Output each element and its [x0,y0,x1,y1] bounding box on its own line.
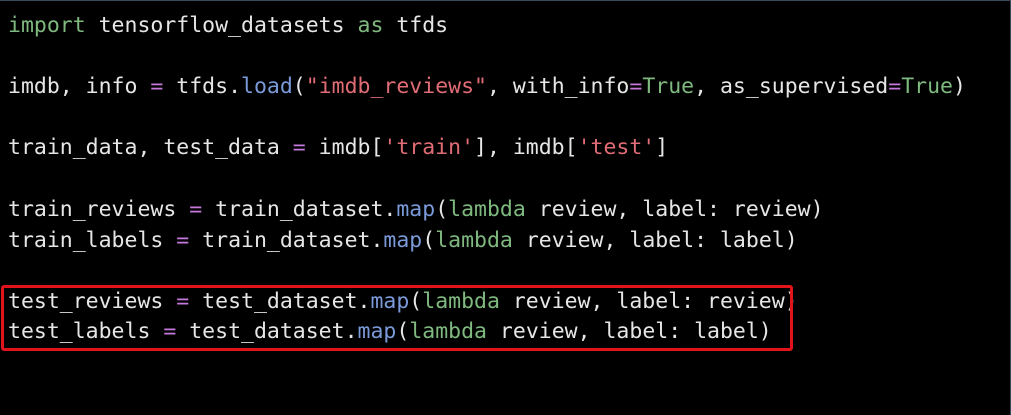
arg-with-info: , with_info [486,74,630,99]
assign-lhs: imdb, info [8,74,151,99]
string-literal: 'test' [577,135,656,160]
keyword-as: as [357,13,384,38]
string-literal: "imdb_reviews" [305,74,487,99]
highlight-box [1,285,793,351]
code-line-split: train_data, test_data = imdb['train'], i… [8,133,668,163]
function-load: load [241,74,293,99]
function-map: map [396,197,436,222]
assign-lhs: train_data, test_data [8,135,293,160]
object-ref: tfds. [163,74,242,99]
code-line-import: import tensorflow_datasets as tfds [8,11,448,41]
assign-operator: = [176,228,190,253]
module-name: tensorflow_datasets [85,13,358,38]
assign-lhs: train_labels [8,228,177,253]
assign-lhs: train_reviews [8,197,190,222]
close-paren: ) [953,74,966,99]
bool-true: True [642,74,695,99]
index-mid: ], imdb[ [474,135,578,160]
assign-operator: = [150,74,164,99]
code-line-train-reviews: train_reviews = train_dataset.map(lambda… [8,195,824,225]
code-line-train-labels: train_labels = train_dataset.map(lambda … [8,226,798,256]
function-map: map [383,228,423,253]
index-close: ] [655,135,669,160]
keyword-lambda: lambda [448,197,526,222]
open-paren: ( [422,228,436,253]
lambda-body: review, label: label) [512,228,798,253]
module-alias: tfds [383,13,449,38]
kwarg-operator: = [888,74,902,99]
assign-operator: = [292,135,306,160]
bool-true: True [901,74,953,99]
assign-operator: = [189,197,203,222]
keyword-lambda: lambda [435,228,513,253]
index-open: imdb[ [305,135,384,160]
lambda-body: review, label: review) [525,197,824,222]
keyword-import: import [8,13,86,38]
code-panel: import tensorflow_datasets as tfds imdb,… [0,0,1011,415]
open-paren: ( [292,74,306,99]
string-literal: 'train' [383,135,475,160]
open-paren: ( [435,197,449,222]
object-ref: train_dataset. [189,228,384,253]
kwarg-operator: = [629,74,643,99]
code-line-load: imdb, info = tfds.load("imdb_reviews", w… [8,72,966,102]
object-ref: train_dataset. [202,197,397,222]
arg-as-supervised: , as_supervised [694,74,889,99]
